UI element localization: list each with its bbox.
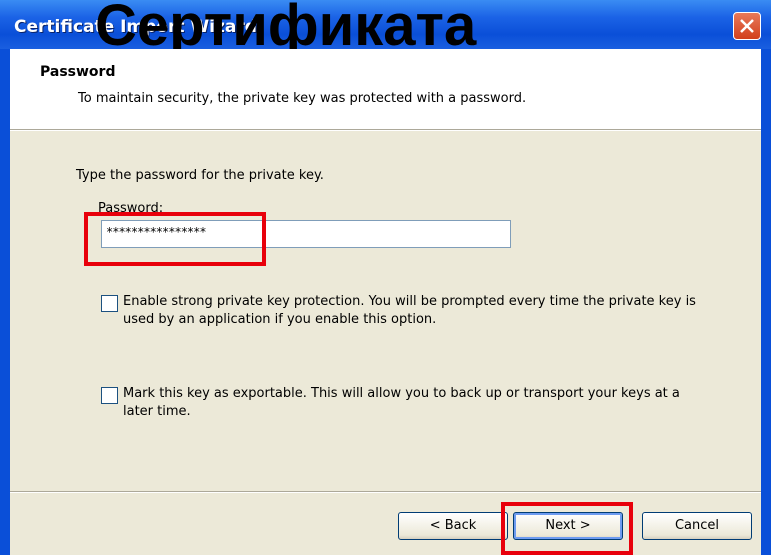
close-button[interactable] (733, 12, 761, 40)
title-bar: Certificate Import Wizard Сертификата (0, 0, 771, 58)
back-button[interactable]: < Back (398, 512, 508, 540)
exportable-checkbox[interactable] (101, 387, 118, 404)
page-title: Password (40, 64, 116, 80)
next-highlight-box (501, 502, 633, 555)
window-frame-left (0, 49, 10, 555)
password-highlight-box (84, 212, 266, 266)
certificate-import-wizard-window: Certificate Import Wizard Сертификата Pa… (0, 0, 771, 555)
strong-protection-label[interactable]: Enable strong private key protection. Yo… (123, 293, 703, 329)
footer-separator (10, 491, 761, 493)
exportable-label[interactable]: Mark this key as exportable. This will a… (123, 385, 703, 421)
strong-protection-checkbox[interactable] (101, 295, 118, 312)
page-description: To maintain security, the private key wa… (78, 91, 527, 106)
close-icon (740, 19, 754, 33)
wizard-header: Password To maintain security, the priva… (10, 49, 761, 129)
cancel-button[interactable]: Cancel (642, 512, 752, 540)
window-frame-right (761, 49, 771, 555)
password-instruction: Type the password for the private key. (76, 168, 324, 183)
